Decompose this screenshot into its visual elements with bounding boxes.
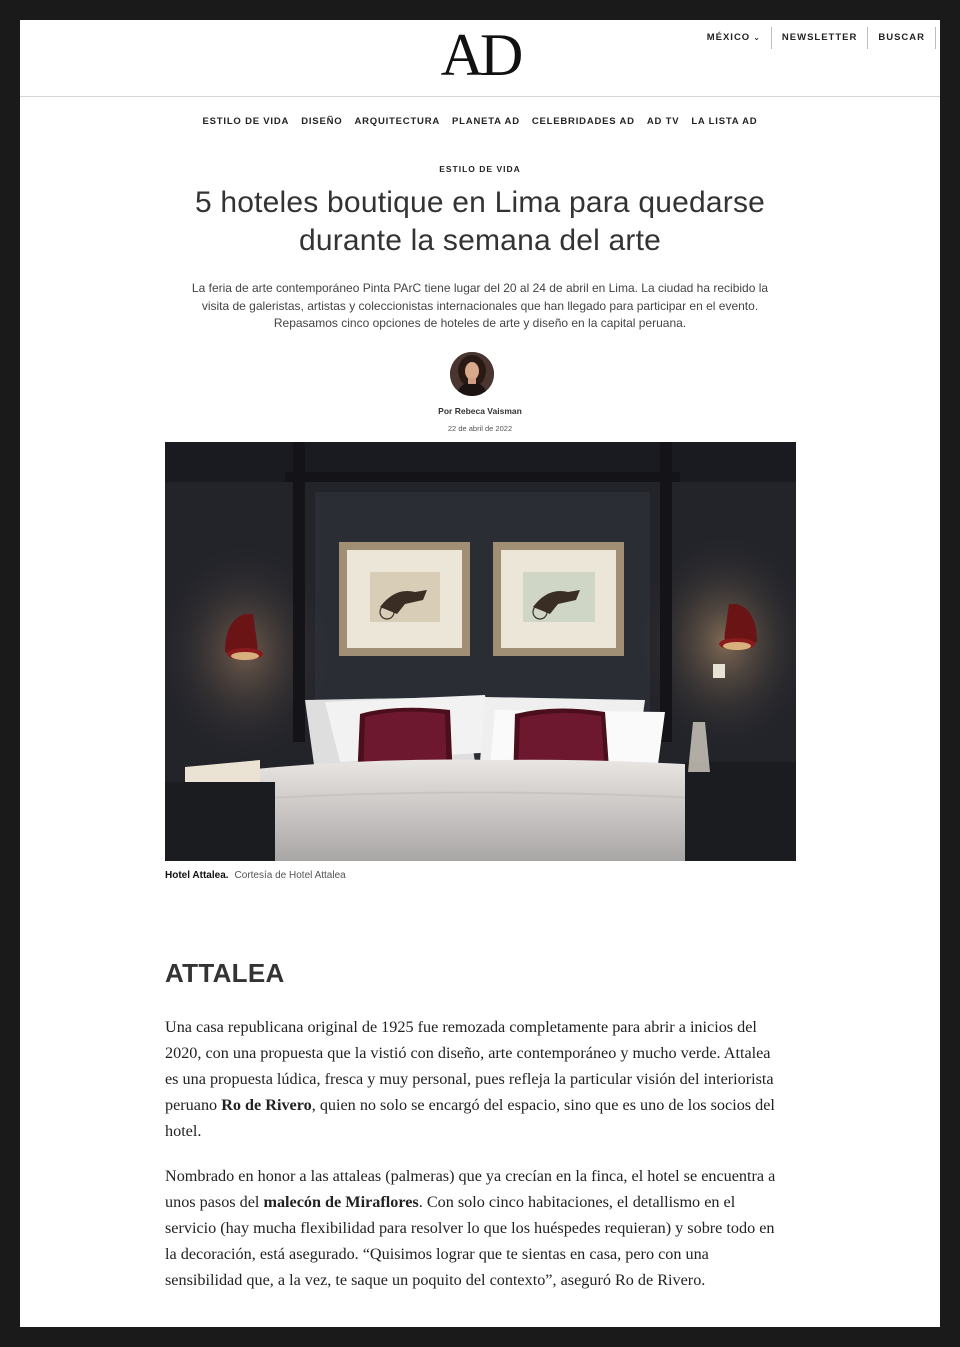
dek-line-3: Repasamos cinco opciones de hoteles de a… — [273, 316, 687, 330]
image-caption: Hotel Attalea. Cortesía de Hotel Attalea — [165, 870, 346, 881]
nav-item-diseno[interactable]: DISEÑO — [301, 116, 342, 127]
search-link[interactable]: BUSCAR — [868, 27, 936, 49]
newsletter-label: NEWSLETTER — [781, 32, 858, 43]
chevron-down-icon: ⌄ — [753, 33, 761, 42]
site-header: AD MÉXICO ⌄ NEWSLETTER BUSCAR — [20, 20, 940, 97]
main-nav: ESTILO DE VIDA DISEÑO ARQUITECTURA PLANE… — [20, 116, 940, 127]
article-page: AD MÉXICO ⌄ NEWSLETTER BUSCAR ESTILO DE V… — [20, 20, 940, 1327]
site-logo[interactable]: AD — [424, 24, 536, 86]
headline-line-1: 5 hoteles boutique en Lima para quedarse — [194, 186, 766, 219]
article-headline: 5 hoteles boutique en Lima para quedarse… — [140, 184, 820, 260]
publish-date: 22 de abril de 2022 — [447, 424, 513, 433]
section-title: ATTALEA — [165, 958, 285, 988]
author-byline[interactable]: Por Rebeca Vaisman — [20, 406, 940, 416]
nav-item-celebridades-ad[interactable]: CELEBRIDADES AD — [532, 116, 635, 127]
dek-line-1: La feria de arte contemporáneo Pinta PAr… — [191, 281, 769, 295]
article-kicker[interactable]: ESTILO DE VIDA — [20, 164, 940, 174]
body-paragraph-2: Nombrado en honor a las attaleas (palmer… — [165, 1163, 785, 1293]
search-label: BUSCAR — [878, 32, 925, 43]
nav-item-ad-tv[interactable]: AD TV — [647, 116, 680, 127]
caption-title: Hotel Attalea. — [165, 870, 229, 881]
region-selector[interactable]: MÉXICO ⌄ — [697, 27, 772, 49]
nav-item-la-lista-ad[interactable]: LA LISTA AD — [691, 116, 757, 127]
hero-image — [165, 442, 796, 861]
nav-item-planeta-ad[interactable]: PLANETA AD — [452, 116, 520, 127]
author-avatar[interactable] — [450, 352, 494, 396]
region-label: MÉXICO — [706, 32, 751, 43]
utility-nav: MÉXICO ⌄ NEWSLETTER BUSCAR — [697, 26, 936, 50]
nav-item-arquitectura[interactable]: ARQUITECTURA — [354, 116, 440, 127]
hotel-bedroom-image — [165, 442, 796, 861]
newsletter-link[interactable]: NEWSLETTER — [772, 27, 869, 49]
p1-bold[interactable]: Ro de Rivero — [221, 1096, 312, 1114]
body-paragraph-1: Una casa republicana original de 1925 fu… — [165, 1014, 785, 1144]
p2-bold[interactable]: malecón de Miraflores — [263, 1193, 418, 1211]
nav-item-estilo-de-vida[interactable]: ESTILO DE VIDA — [203, 116, 290, 127]
caption-credit: Cortesía de Hotel Attalea — [234, 870, 346, 881]
headline-line-2: durante la semana del arte — [298, 224, 662, 257]
dek-line-2: visita de galeristas, artistas y colecci… — [201, 298, 759, 313]
author-portrait-icon — [450, 352, 494, 396]
article-dek: La feria de arte contemporáneo Pinta PAr… — [160, 280, 800, 333]
